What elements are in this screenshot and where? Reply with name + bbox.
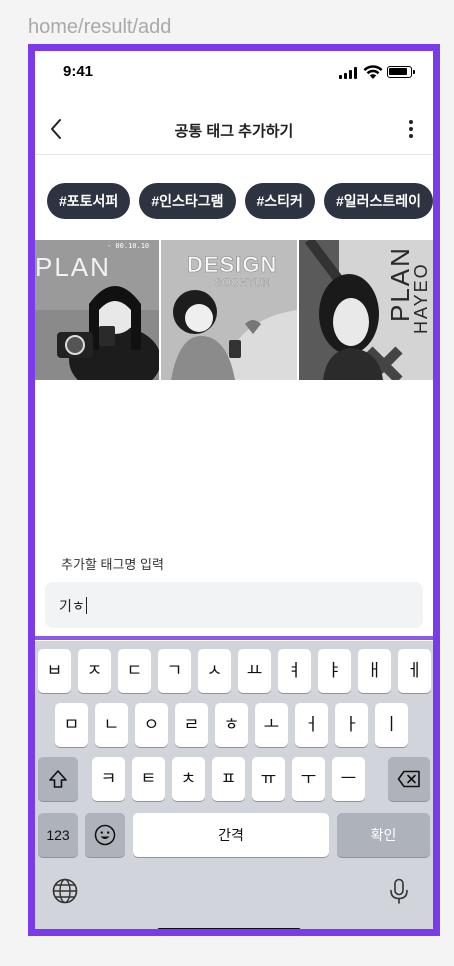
gallery-caption: DESIGN — [187, 252, 277, 277]
microphone-icon[interactable] — [385, 877, 413, 905]
backspace-icon — [397, 770, 420, 788]
keyboard-row-4: 123 간격 확인 — [35, 813, 433, 857]
confirm-key[interactable]: 확인 — [337, 813, 430, 857]
key[interactable]: ㅅ — [198, 649, 231, 693]
shift-key[interactable] — [38, 757, 78, 801]
key[interactable]: ㅌ — [132, 757, 165, 801]
status-time: 9:41 — [63, 63, 94, 80]
key[interactable]: ㅋ — [92, 757, 125, 801]
gallery-image[interactable]: PLAN - 00.10.10 — [35, 240, 159, 380]
keyboard: ㅂ ㅈ ㄷ ㄱ ㅅ ㅛ ㅕ ㅑ ㅐ ㅔ ㅁ ㄴ ㅇ ㄹ ㅎ ㅗ ㅓ ㅏ ㅣ ㅋ … — [35, 641, 433, 929]
key[interactable]: ㅔ — [398, 649, 431, 693]
text-caret — [85, 597, 87, 614]
key[interactable]: ㅐ — [358, 649, 391, 693]
key[interactable]: ㅈ — [78, 649, 111, 693]
tag-chip[interactable]: #포토서퍼 — [47, 183, 131, 219]
key[interactable]: ㅣ — [375, 703, 408, 747]
key[interactable]: ㅎ — [215, 703, 248, 747]
key[interactable]: ㅂ — [38, 649, 71, 693]
key[interactable]: ㅁ — [55, 703, 88, 747]
key[interactable]: ㅠ — [252, 757, 285, 801]
confirm-key-label: 확인 — [370, 827, 397, 843]
more-vertical-icon[interactable] — [399, 115, 423, 143]
page-title: 공통 태그 추가하기 — [174, 123, 294, 140]
space-key-label: 간격 — [218, 827, 244, 843]
key[interactable]: ㄱ — [158, 649, 191, 693]
tag-name-value: 기ㅎ — [59, 598, 85, 614]
home-indicator — [157, 928, 301, 929]
gallery-subcaption: - 00.10.10 — [107, 242, 149, 250]
backspace-key[interactable] — [388, 757, 430, 801]
key[interactable]: ㅕ — [278, 649, 311, 693]
tag-list: #포토서퍼 #인스타그램 #스티커 #일러스트레이 — [47, 183, 433, 221]
globe-icon[interactable] — [51, 877, 79, 905]
tag-chip[interactable]: #스티커 — [244, 183, 315, 219]
nav-bar: 공통 태그 추가하기 — [35, 105, 433, 155]
signal-icon — [339, 67, 359, 79]
tag-chip[interactable]: #인스타그램 — [139, 183, 236, 219]
emoji-key[interactable] — [85, 813, 125, 857]
space-key[interactable]: 간격 — [133, 813, 329, 857]
key[interactable]: ㅛ — [238, 649, 271, 693]
status-bar: 9:41 — [35, 51, 433, 91]
key[interactable]: ㄷ — [118, 649, 151, 693]
wifi-icon — [363, 65, 383, 79]
key[interactable]: ㅗ — [255, 703, 288, 747]
gallery-caption: PLAN — [35, 252, 111, 282]
battery-icon — [387, 66, 415, 78]
shift-icon — [49, 770, 67, 788]
tag-name-input[interactable]: 기ㅎ — [45, 582, 423, 628]
gallery-subcaption: HAYEO — [411, 262, 431, 334]
keyboard-row-3: ㅋ ㅌ ㅊ ㅍ ㅠ ㅜ ㅡ — [35, 757, 433, 801]
gallery-image[interactable]: PLAN HAYEO — [299, 240, 433, 380]
key[interactable]: ㄹ — [175, 703, 208, 747]
keyboard-row-2: ㅁ ㄴ ㅇ ㄹ ㅎ ㅗ ㅓ ㅏ ㅣ — [35, 703, 433, 747]
key[interactable]: ㅑ — [318, 649, 351, 693]
key[interactable]: ㅍ — [212, 757, 245, 801]
key[interactable]: ㅇ — [135, 703, 168, 747]
route-label: home/result/add — [28, 16, 172, 38]
emoji-icon — [94, 824, 116, 846]
key[interactable]: ㅓ — [295, 703, 328, 747]
key[interactable]: ㄴ — [95, 703, 128, 747]
screen: 9:41 공통 태그 추가하기 #포토서퍼 #인스타그램 #스티커 #일러스트레… — [35, 51, 433, 929]
tag-input-label: 추가할 태그명 입력 — [61, 557, 164, 572]
key[interactable]: ㅜ — [292, 757, 325, 801]
keyboard-row-1: ㅂ ㅈ ㄷ ㄱ ㅅ ㅛ ㅕ ㅑ ㅐ ㅔ — [35, 649, 433, 693]
numbers-key[interactable]: 123 — [38, 813, 78, 857]
keyboard-highlight-outline — [28, 636, 440, 640]
image-gallery: PLAN - 00.10.10 DESIGN SOOHYUN PLAN HAYE… — [35, 240, 433, 380]
key[interactable]: ㅊ — [172, 757, 205, 801]
tag-chip[interactable]: #일러스트레이 — [323, 183, 433, 219]
device-frame: 9:41 공통 태그 추가하기 #포토서퍼 #인스타그램 #스티커 #일러스트레… — [28, 44, 440, 936]
key[interactable]: ㅏ — [335, 703, 368, 747]
gallery-subcaption: SOOHYUN — [215, 277, 271, 289]
key[interactable]: ㅡ — [332, 757, 365, 801]
gallery-image[interactable]: DESIGN SOOHYUN — [161, 240, 297, 380]
numbers-key-label: 123 — [46, 827, 70, 843]
